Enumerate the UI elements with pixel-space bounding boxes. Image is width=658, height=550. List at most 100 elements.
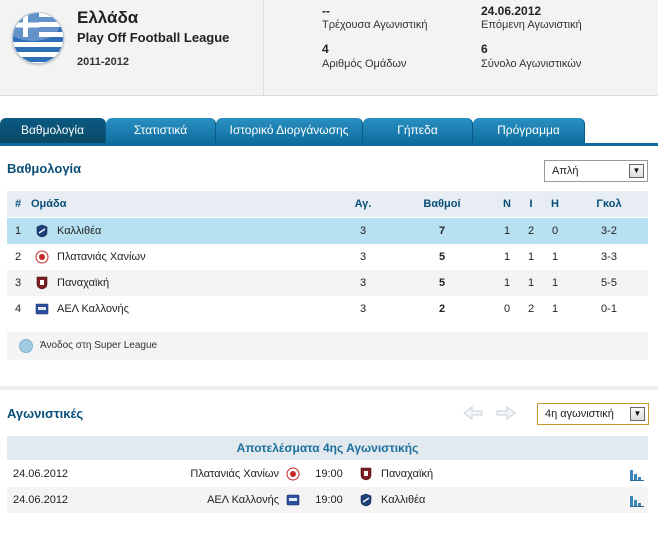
ael-kalloni-crest-icon [286, 494, 300, 506]
team-name[interactable]: Καλλιθέα [57, 218, 101, 244]
standings-view-select[interactable]: Απλή ▼ [544, 160, 648, 182]
standings-legend: Άνοδος στη Super League [7, 332, 648, 360]
round-select-value: 4η αγωνιστική [545, 408, 614, 420]
total-rounds-label: Σύνολο Αγωνιστικών [481, 58, 582, 70]
standings-title: Βαθμολογία [7, 161, 82, 176]
row-goals: 3-2 [601, 225, 617, 237]
current-round-value: -- [322, 4, 330, 18]
row-wins: 1 [503, 225, 511, 237]
match-stats-icon[interactable] [630, 467, 644, 481]
tab-underline [0, 143, 658, 146]
team-name[interactable]: Πλατανιάς Χανίων [57, 244, 146, 270]
row-pos: 3 [15, 277, 22, 289]
next-round-arrow-icon[interactable] [495, 404, 517, 422]
header-pos: # [15, 198, 22, 210]
row-losses: 1 [551, 251, 559, 263]
tab-statistics[interactable]: Στατιστικά [106, 118, 216, 143]
tab-history[interactable]: Ιστορικό Διοργάνωσης [216, 118, 363, 143]
prev-round-arrow-icon[interactable] [462, 404, 484, 422]
row-draws: 2 [527, 225, 535, 237]
row-points: 7 [438, 225, 446, 237]
header-losses[interactable]: Η [547, 191, 563, 217]
tab-schedule[interactable]: Πρόγραμμα [473, 118, 585, 143]
row-goals: 3-3 [601, 251, 617, 263]
row-points: 5 [438, 277, 446, 289]
row-losses: 1 [551, 277, 559, 289]
row-wins: 1 [503, 251, 511, 263]
platanias-crest-icon [35, 250, 49, 264]
home-team[interactable]: ΑΕΛ Καλλονής [127, 487, 279, 513]
season-label: 2011-2012 [77, 56, 129, 68]
chevron-down-icon: ▼ [629, 164, 644, 178]
team-name[interactable]: Παναχαϊκή [57, 270, 109, 296]
ael-kalloni-crest-icon [35, 303, 49, 315]
row-wins: 0 [503, 303, 511, 315]
panachaiki-crest-icon [360, 467, 372, 481]
row-points: 5 [438, 251, 446, 263]
standings-row[interactable]: 2 Πλατανιάς Χανίων 3 5 1 1 1 3-3 [7, 244, 648, 270]
promotion-dot-icon [19, 339, 33, 353]
next-round-value: 24.06.2012 [481, 4, 542, 18]
row-goals: 5-5 [601, 277, 617, 289]
row-pos: 1 [15, 225, 22, 237]
match-time: 19:00 [315, 494, 343, 506]
match-row[interactable]: 24.06.2012 Πλατανιάς Χανίων 19:00 Παναχα… [7, 461, 648, 487]
teams-count-value: 4 [322, 42, 329, 56]
header-team[interactable]: Ομάδα [31, 191, 66, 217]
standings-view-value: Απλή [552, 165, 579, 177]
header-goals[interactable]: Γκολ [589, 191, 629, 217]
standings-row[interactable]: 1 Καλλιθέα 3 7 1 2 0 3-2 [7, 218, 648, 244]
total-rounds-value: 6 [481, 42, 488, 56]
header-draws[interactable]: Ι [523, 191, 539, 217]
row-pos: 4 [15, 303, 22, 315]
kallithea-crest-icon [360, 493, 372, 507]
row-draws: 2 [527, 303, 535, 315]
row-played: 3 [359, 251, 367, 263]
row-played: 3 [359, 303, 367, 315]
away-team[interactable]: Παναχαϊκή [381, 461, 433, 487]
row-points: 2 [438, 303, 446, 315]
round-select[interactable]: 4η αγωνιστική ▼ [537, 403, 649, 425]
results-header: Αποτελέσματα 4ης Αγωνιστικής [7, 436, 648, 460]
next-round-label: Επόμενη Αγωνιστική [481, 19, 582, 31]
fixtures-title: Αγωνιστικές [7, 406, 84, 421]
row-losses: 1 [551, 303, 559, 315]
standings-row[interactable]: 3 Παναχαϊκή 3 5 1 1 1 5-5 [7, 270, 648, 296]
row-goals: 0-1 [601, 303, 617, 315]
tab-stadiums[interactable]: Γήπεδα [363, 118, 473, 143]
panachaiki-crest-icon [36, 276, 48, 290]
header-points[interactable]: Βαθμοί [412, 191, 472, 217]
row-played: 3 [359, 277, 367, 289]
greece-flag-icon [12, 12, 64, 64]
away-team[interactable]: Καλλιθέα [381, 487, 425, 513]
match-date: 24.06.2012 [13, 468, 69, 480]
tab-standings[interactable]: Βαθμολογία [0, 118, 106, 143]
row-losses: 0 [551, 225, 559, 237]
platanias-crest-icon [286, 467, 300, 481]
row-draws: 1 [527, 277, 535, 289]
competition-header: Ελλάδα Play Off Football League 2011-201… [0, 0, 658, 96]
header-played[interactable]: Αγ. [343, 191, 383, 217]
chevron-down-icon: ▼ [630, 407, 645, 421]
current-round-label: Τρέχουσα Αγωνιστική [322, 19, 428, 31]
section-divider [0, 386, 658, 390]
competition-tabs: Βαθμολογία Στατιστικά Ιστορικό Διοργάνωσ… [0, 118, 658, 144]
header-wins[interactable]: Ν [499, 191, 515, 217]
match-time: 19:00 [315, 468, 343, 480]
row-pos: 2 [15, 251, 22, 263]
header-divider [263, 0, 264, 96]
row-played: 3 [359, 225, 367, 237]
teams-count-label: Αριθμός Ομάδων [322, 58, 407, 70]
legend-text: Άνοδος στη Super League [40, 340, 158, 351]
standings-header-row: # Ομάδα Αγ. Βαθμοί Ν Ι Η Γκολ [7, 191, 648, 217]
row-wins: 1 [503, 277, 511, 289]
row-draws: 1 [527, 251, 535, 263]
standings-row[interactable]: 4 ΑΕΛ Καλλονής 3 2 0 2 1 0-1 [7, 296, 648, 322]
team-name[interactable]: ΑΕΛ Καλλονής [57, 296, 129, 322]
match-date: 24.06.2012 [13, 494, 69, 506]
home-team[interactable]: Πλατανιάς Χανίων [127, 461, 279, 487]
country-name: Ελλάδα [77, 8, 139, 27]
kallithea-crest-icon [36, 224, 48, 238]
match-stats-icon[interactable] [630, 493, 644, 507]
match-row[interactable]: 24.06.2012 ΑΕΛ Καλλονής 19:00 Καλλιθέα [7, 487, 648, 513]
